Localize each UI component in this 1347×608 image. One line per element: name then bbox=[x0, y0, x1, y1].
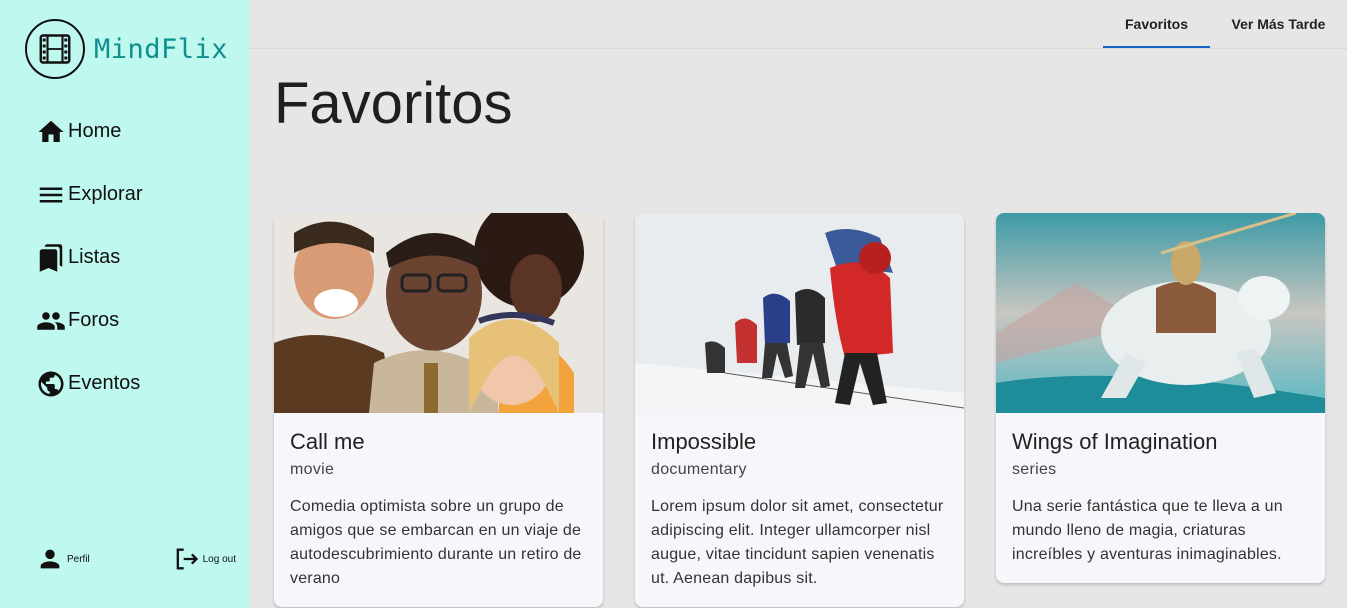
profile-label: Perfil bbox=[67, 553, 90, 565]
globe-icon bbox=[38, 371, 64, 396]
home-icon bbox=[38, 120, 64, 142]
card-title: Call me bbox=[290, 429, 365, 454]
card-description: Una serie fantástica que te lleva a un m… bbox=[1012, 498, 1283, 563]
menu-icon bbox=[39, 187, 63, 202]
page-title: Favoritos bbox=[274, 71, 513, 136]
card-description: Comedia optimista sobre un grupo de amig… bbox=[290, 498, 582, 587]
card-title: Impossible bbox=[651, 429, 757, 454]
card-type: documentary bbox=[651, 461, 747, 478]
sidebar-item-eventos[interactable]: Eventos bbox=[36, 367, 142, 400]
tab-favoritos[interactable]: Favoritos bbox=[1103, 0, 1210, 48]
logout-link[interactable]: Log out bbox=[172, 545, 236, 573]
card-image bbox=[635, 213, 964, 413]
film-icon bbox=[25, 19, 85, 79]
card-image bbox=[996, 213, 1325, 413]
logout-label: Log out bbox=[202, 553, 236, 565]
logo[interactable]: MindFlix bbox=[25, 19, 228, 79]
media-card[interactable]: Impossible documentary Lorem ipsum dolor… bbox=[635, 213, 964, 607]
sidebar-item-foros[interactable]: Foros bbox=[36, 304, 142, 337]
person-icon bbox=[40, 549, 60, 569]
media-card[interactable]: Call me movie Comedia optimista sobre un… bbox=[274, 213, 603, 607]
logout-icon bbox=[176, 548, 198, 570]
tab-ver-mas-tarde[interactable]: Ver Más Tarde bbox=[1210, 0, 1347, 47]
sidebar: MindFlix Home Explorar Listas Foros Even… bbox=[0, 0, 250, 608]
sidebar-footer: Perfil Log out bbox=[36, 545, 236, 573]
bookmarks-icon bbox=[39, 243, 63, 272]
app-name: MindFlix bbox=[94, 33, 229, 65]
tabs-divider bbox=[250, 48, 1347, 49]
top-tabs: Favoritos Ver Más Tarde bbox=[1103, 0, 1347, 48]
sidebar-item-label: Explorar bbox=[68, 183, 143, 205]
sidebar-item-home[interactable]: Home bbox=[36, 115, 142, 148]
profile-link[interactable]: Perfil bbox=[36, 545, 90, 573]
people-icon bbox=[37, 311, 65, 330]
sidebar-item-label: Eventos bbox=[68, 372, 141, 394]
card-description: Lorem ipsum dolor sit amet, consectetur … bbox=[651, 498, 944, 587]
sidebar-item-label: Foros bbox=[68, 309, 120, 331]
sidebar-item-explorar[interactable]: Explorar bbox=[36, 178, 142, 211]
sidebar-item-label: Home bbox=[68, 120, 122, 142]
card-image bbox=[274, 213, 603, 413]
card-type: series bbox=[1012, 461, 1057, 478]
sidebar-item-label: Listas bbox=[68, 246, 121, 268]
sidebar-item-listas[interactable]: Listas bbox=[36, 241, 142, 274]
sidebar-nav: Home Explorar Listas Foros Eventos bbox=[36, 115, 142, 430]
card-type: movie bbox=[290, 461, 335, 478]
card-title: Wings of Imagination bbox=[1012, 429, 1218, 454]
media-card[interactable]: Wings of Imagination series Una serie fa… bbox=[996, 213, 1325, 583]
